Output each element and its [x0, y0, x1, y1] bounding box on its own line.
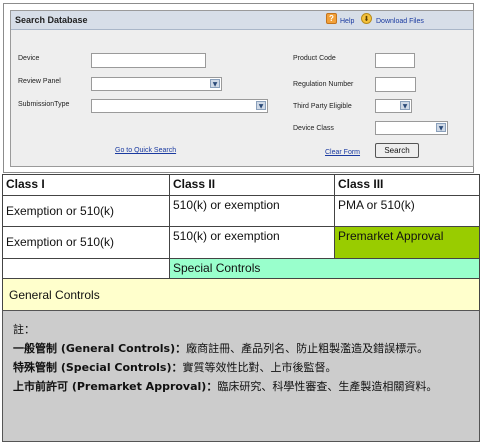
note-special-controls-term: 特殊管制 (Special Controls)： [13, 361, 183, 374]
third-party-select[interactable]: ▼ [375, 99, 412, 113]
search-panel-title: Search Database [15, 15, 88, 25]
review-panel-label: Review Panel [18, 78, 61, 85]
note-general-controls-text: 廠商註冊、產品列名、防止粗製濫造及錯誤標示。 [186, 342, 429, 355]
note-general-controls-term: 一般管制 (General Controls)： [13, 342, 187, 355]
special-controls-cell: Special Controls [169, 258, 480, 279]
header-class-iii: Class III [334, 174, 480, 196]
regulation-number-label: Regulation Number [293, 81, 354, 88]
row2-class-i: Exemption or 510(k) [2, 226, 170, 259]
special-controls-empty-cell [2, 258, 170, 279]
notes-heading: 註： [13, 323, 35, 336]
submission-type-label: SubmissionType [18, 101, 70, 108]
chevron-down-icon: ▼ [210, 79, 220, 88]
note-premarket-approval: 上市前許可 (Premarket Approval)：臨床研究、科學性審查、生產… [13, 377, 469, 396]
notes-box: 註： 一般管制 (General Controls)：廠商註冊、產品列名、防止粗… [2, 310, 480, 442]
note-special-controls: 特殊管制 (Special Controls)：實質等效性比對、上市後監督。 [13, 358, 469, 377]
regulation-number-input[interactable] [375, 77, 416, 92]
chevron-down-icon: ▼ [256, 101, 266, 110]
quick-search-link[interactable]: Go to Quick Search [115, 147, 176, 154]
general-controls-cell: General Controls [2, 278, 480, 311]
chevron-down-icon: ▼ [400, 101, 410, 110]
device-label: Device [18, 55, 40, 62]
note-premarket-approval-text: 臨床研究、科學性審查、生產製造相關資料。 [217, 380, 438, 393]
row1-class-ii: 510(k) or exemption [169, 195, 335, 227]
header-class-i: Class I [2, 174, 170, 196]
device-class-label: Device Class [293, 125, 334, 132]
device-class-select[interactable]: ▼ [375, 121, 448, 135]
device-input[interactable] [91, 53, 206, 68]
download-files-link[interactable]: Download Files [376, 18, 424, 25]
note-special-controls-text: 實質等效性比對、上市後監督。 [182, 361, 337, 374]
row2-class-ii: 510(k) or exemption [169, 226, 335, 259]
product-code-input[interactable] [375, 53, 415, 68]
header-class-ii: Class II [169, 174, 335, 196]
product-code-label: Product Code [293, 55, 336, 62]
download-icon[interactable]: ⬇ [361, 13, 372, 24]
submission-type-select[interactable]: ▼ [91, 99, 268, 113]
search-button[interactable]: Search [375, 143, 419, 158]
help-icon[interactable]: ? [326, 13, 337, 24]
third-party-label: Third Party Eligible [293, 103, 352, 110]
row2-premarket-approval: Premarket Approval [334, 226, 480, 259]
note-premarket-approval-term: 上市前許可 (Premarket Approval)： [13, 380, 218, 393]
clear-form-link[interactable]: Clear Form [325, 149, 360, 156]
note-general-controls: 一般管制 (General Controls)：廠商註冊、產品列名、防止粗製濫造… [13, 339, 469, 358]
help-link[interactable]: Help [340, 18, 354, 25]
row1-class-i: Exemption or 510(k) [2, 195, 170, 227]
review-panel-select[interactable]: ▼ [91, 77, 222, 91]
chevron-down-icon: ▼ [436, 123, 446, 132]
row1-class-iii: PMA or 510(k) [334, 195, 480, 227]
